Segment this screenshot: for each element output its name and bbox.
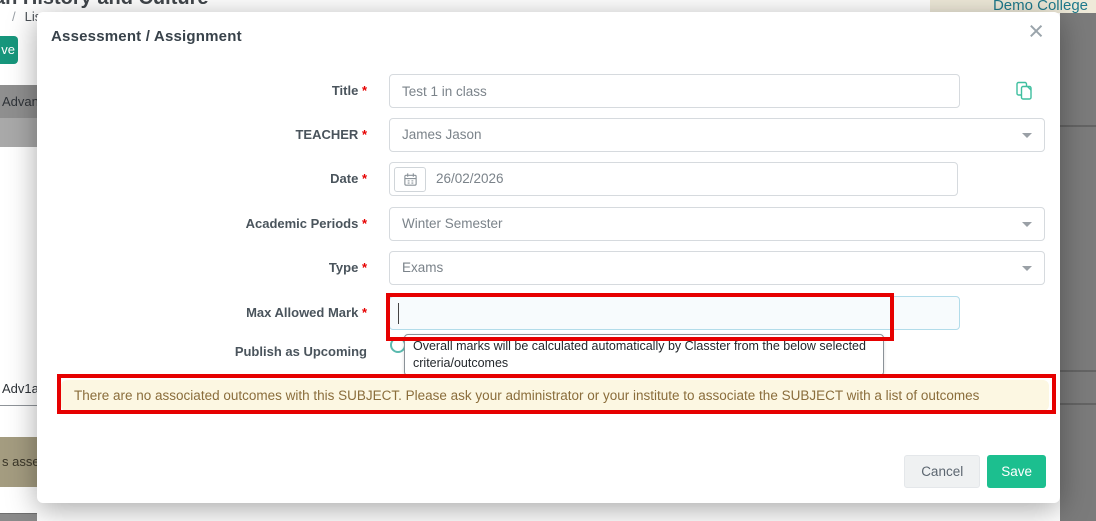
cancel-button[interactable]: Cancel: [904, 455, 980, 488]
teacher-label: TEACHER *: [37, 118, 367, 152]
teacher-selected-value: James Jason: [402, 127, 482, 142]
divider: [0, 405, 37, 406]
date-input[interactable]: 26/02/2026: [389, 162, 958, 196]
publish-as-upcoming-label: Publish as Upcoming: [37, 335, 367, 369]
type-label-text: Type: [329, 260, 358, 275]
max-allowed-mark-label-text: Max Allowed Mark: [246, 305, 358, 320]
calendar-icon[interactable]: [394, 167, 426, 192]
teacher-select[interactable]: James Jason: [389, 118, 1045, 152]
background-row-label: Adv1a: [2, 381, 39, 396]
teacher-field: James Jason: [389, 118, 1045, 152]
chevron-down-icon: [1022, 133, 1032, 138]
required-marker: *: [362, 216, 367, 231]
chevron-down-icon: [1022, 222, 1032, 227]
academic-periods-select[interactable]: Winter Semester: [389, 207, 1045, 241]
date-label: Date *: [37, 162, 367, 196]
date-field: 26/02/2026: [389, 162, 958, 196]
save-button[interactable]: Save: [987, 455, 1046, 488]
required-marker: *: [362, 260, 367, 275]
publish-as-upcoming-label-text: Publish as Upcoming: [235, 344, 367, 359]
divider: [1060, 125, 1096, 127]
close-icon[interactable]: ×: [1028, 18, 1044, 45]
max-allowed-mark-field: [389, 296, 960, 330]
title-field: [389, 74, 960, 108]
page: an History and Culture /List ve Advanc A…: [0, 0, 1096, 521]
max-allowed-mark-label: Max Allowed Mark *: [37, 296, 367, 330]
title-row: Title *: [37, 74, 1060, 108]
type-row: Type * Exams: [37, 251, 1060, 285]
chevron-down-icon: [1022, 266, 1032, 271]
type-selected-value: Exams: [402, 260, 443, 275]
type-select[interactable]: Exams: [389, 251, 1045, 285]
required-marker: *: [362, 171, 367, 186]
divider: [1060, 403, 1096, 405]
date-label-text: Date: [330, 171, 358, 186]
required-marker: *: [362, 127, 367, 142]
date-row: Date * 26/02/2026: [37, 162, 1060, 196]
copy-icon[interactable]: [1015, 81, 1033, 106]
academic-periods-field: Winter Semester: [389, 207, 1045, 241]
assessment-modal: Assessment / Assignment × Title * TE: [37, 12, 1060, 503]
breadcrumb-slash: /: [12, 9, 16, 24]
academic-periods-label-text: Academic Periods: [246, 216, 359, 231]
date-value: 26/02/2026: [436, 163, 957, 195]
modal-footer: Cancel Save: [904, 455, 1046, 488]
type-field: Exams: [389, 251, 1045, 285]
modal-title: Assessment / Assignment: [51, 28, 242, 45]
highlighted-row: s asses: [0, 437, 37, 487]
tooltip: Overall marks will be calculated automat…: [404, 334, 884, 376]
academic-periods-selected-value: Winter Semester: [402, 216, 503, 231]
background-save-button[interactable]: ve: [0, 36, 18, 64]
max-allowed-mark-input[interactable]: [389, 296, 960, 330]
academic-periods-label: Academic Periods *: [37, 207, 367, 241]
right-background: [1060, 0, 1096, 521]
bottom-strip: [0, 513, 37, 521]
title-label: Title *: [37, 74, 367, 108]
text-cursor: [398, 303, 399, 324]
teacher-label-text: TEACHER: [295, 127, 358, 142]
title-label-text: Title: [332, 83, 359, 98]
warning-message: There are no associated outcomes with th…: [61, 380, 1049, 411]
divider: [1060, 370, 1096, 372]
required-marker: *: [362, 83, 367, 98]
academic-periods-row: Academic Periods * Winter Semester: [37, 207, 1060, 241]
max-allowed-mark-row: Max Allowed Mark *: [37, 296, 1060, 330]
type-label: Type *: [37, 251, 367, 285]
teacher-row: TEACHER * James Jason: [37, 118, 1060, 152]
title-input[interactable]: [389, 74, 960, 108]
required-marker: *: [362, 305, 367, 320]
